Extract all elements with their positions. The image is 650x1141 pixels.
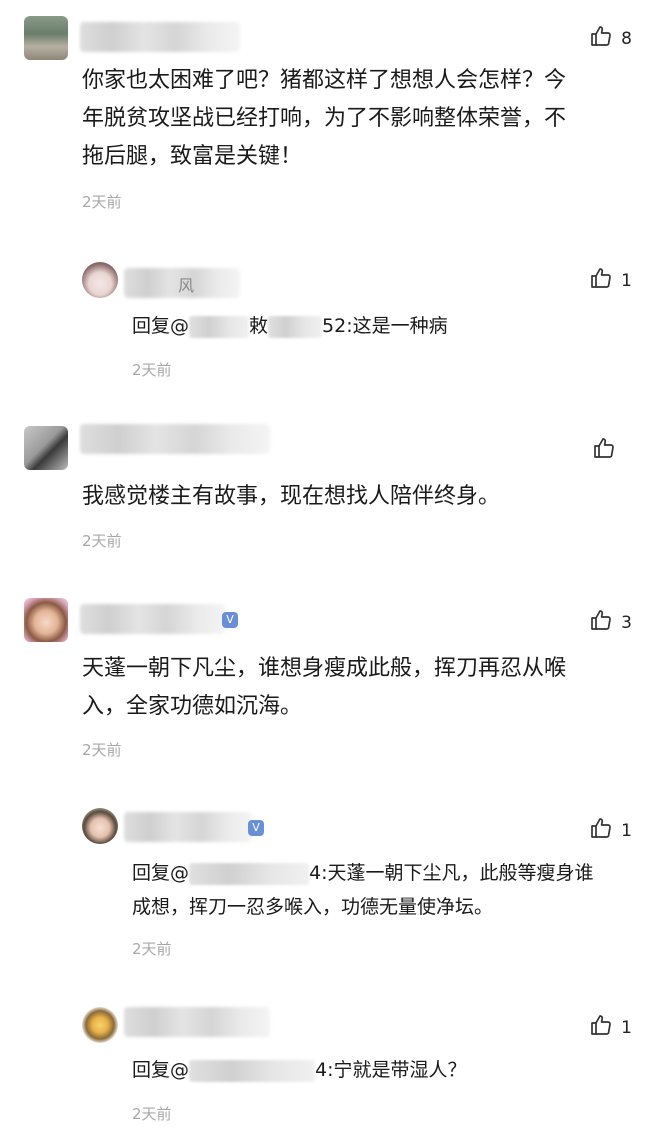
- comment-text-line: 天蓬一朝下凡尘，谁想身瘦成此般，挥刀再忍从喉: [82, 656, 567, 681]
- comment-text: 你家也太困难了吧？猪都这样了想想人会怎样？今 年脱贫攻坚战已经打响，为了不影响整…: [82, 62, 642, 176]
- timestamp: 2天前: [82, 193, 122, 211]
- reply-text: 回复@ 敕 52:这是一种病: [132, 309, 632, 343]
- comment-text-line: 入，全家功德如沉海。: [82, 694, 303, 719]
- like-button[interactable]: 1: [589, 266, 632, 295]
- timestamp: 2天前: [132, 1105, 172, 1123]
- comment-text-line: 拖后腿，致富是关键！: [82, 144, 303, 169]
- reply-prefix: 回复@: [132, 315, 190, 337]
- comment-item: 我感觉楼主有故事，现在想找人陪伴终身。 2天前: [0, 410, 650, 580]
- username-blurred[interactable]: [124, 812, 252, 842]
- reply-item: 1 回复@ 4:宁就是带湿人？ 2天前: [0, 995, 650, 1141]
- like-count: 3: [621, 612, 632, 633]
- mention-blurred[interactable]: [268, 315, 323, 338]
- timestamp: 2天前: [82, 741, 122, 759]
- avatar[interactable]: [24, 16, 68, 60]
- reply-body: 52:这是一种病: [322, 315, 448, 337]
- reply-text: 回复@ 4:宁就是带湿人？: [132, 1053, 637, 1087]
- like-button[interactable]: 3: [589, 608, 632, 637]
- reply-text-line: 回复@ 4:天蓬一朝下尘凡，此般等瘦身谁: [132, 856, 637, 890]
- avatar[interactable]: [24, 598, 68, 642]
- avatar[interactable]: [82, 1007, 118, 1043]
- thumbs-up-icon: [589, 608, 613, 637]
- vip-badge-icon: V: [248, 820, 264, 836]
- comment-text: 天蓬一朝下凡尘，谁想身瘦成此般，挥刀再忍从喉 入，全家功德如沉海。: [82, 650, 642, 726]
- reply-body: 4:天蓬一朝下尘凡，此般等瘦身谁: [309, 862, 594, 884]
- reply-item: 风 1 回复@ 敕 52:这是一种病 2天前: [0, 250, 650, 390]
- comment-text-line: 你家也太困难了吧？猪都这样了想想人会怎样？今: [82, 68, 567, 93]
- thumbs-up-icon: [589, 266, 613, 295]
- thumbs-up-icon: [589, 816, 613, 845]
- timestamp: 2天前: [132, 940, 172, 958]
- like-count: 1: [621, 1017, 632, 1038]
- reply-text: 回复@ 4:天蓬一朝下尘凡，此般等瘦身谁 成想，挥刀一忍多喉入，功德无量使净坛。: [132, 856, 637, 924]
- username-fragment: 风: [178, 276, 195, 295]
- comment-text-line: 年脱贫攻坚战已经打响，为了不影响整体荣誉，不: [82, 106, 567, 131]
- like-count: 1: [621, 820, 632, 841]
- username-blurred[interactable]: [124, 1007, 270, 1037]
- username-blurred[interactable]: [80, 604, 225, 634]
- timestamp: 2天前: [132, 361, 172, 379]
- reply-body: 4:宁就是带湿人？: [315, 1059, 467, 1081]
- comment-item: 8 你家也太困难了吧？猪都这样了想想人会怎样？今 年脱贫攻坚战已经打响，为了不影…: [0, 0, 650, 240]
- avatar[interactable]: [24, 426, 68, 470]
- comment-text: 我感觉楼主有故事，现在想找人陪伴终身。: [82, 478, 642, 516]
- like-button[interactable]: 8: [589, 24, 632, 53]
- vip-badge-icon: V: [222, 612, 238, 628]
- like-button[interactable]: 1: [589, 816, 632, 845]
- mention-blurred[interactable]: [189, 862, 310, 885]
- like-button[interactable]: [592, 436, 624, 465]
- mention-blurred[interactable]: [189, 315, 250, 338]
- username-blurred[interactable]: [80, 22, 240, 52]
- thumbs-up-icon: [592, 436, 616, 465]
- avatar[interactable]: [82, 262, 118, 298]
- mention-blurred[interactable]: [189, 1059, 316, 1082]
- thumbs-up-icon: [589, 24, 613, 53]
- like-count: 1: [621, 270, 632, 291]
- mention-fragment: 敕: [249, 315, 269, 337]
- thumbs-up-icon: [589, 1013, 613, 1042]
- reply-prefix: 回复@: [132, 862, 190, 884]
- comment-text-line: 我感觉楼主有故事，现在想找人陪伴终身。: [82, 484, 501, 509]
- like-count: 8: [621, 28, 632, 49]
- reply-text-line: 成想，挥刀一忍多喉入，功德无量使净坛。: [132, 896, 494, 918]
- like-button[interactable]: 1: [589, 1013, 632, 1042]
- timestamp: 2天前: [82, 532, 122, 550]
- comment-item: V 3 天蓬一朝下凡尘，谁想身瘦成此般，挥刀再忍从喉 入，全家功德如沉海。 2天…: [0, 590, 650, 790]
- avatar[interactable]: [82, 808, 118, 844]
- reply-item: V 1 回复@ 4:天蓬一朝下尘凡，此般等瘦身谁 成想，挥刀一忍多喉入，功德无量使…: [0, 800, 650, 980]
- reply-prefix: 回复@: [132, 1059, 190, 1081]
- username-blurred[interactable]: [80, 424, 270, 454]
- comment-feed: 8 你家也太困难了吧？猪都这样了想想人会怎样？今 年脱贫攻坚战已经打响，为了不影…: [0, 0, 650, 1141]
